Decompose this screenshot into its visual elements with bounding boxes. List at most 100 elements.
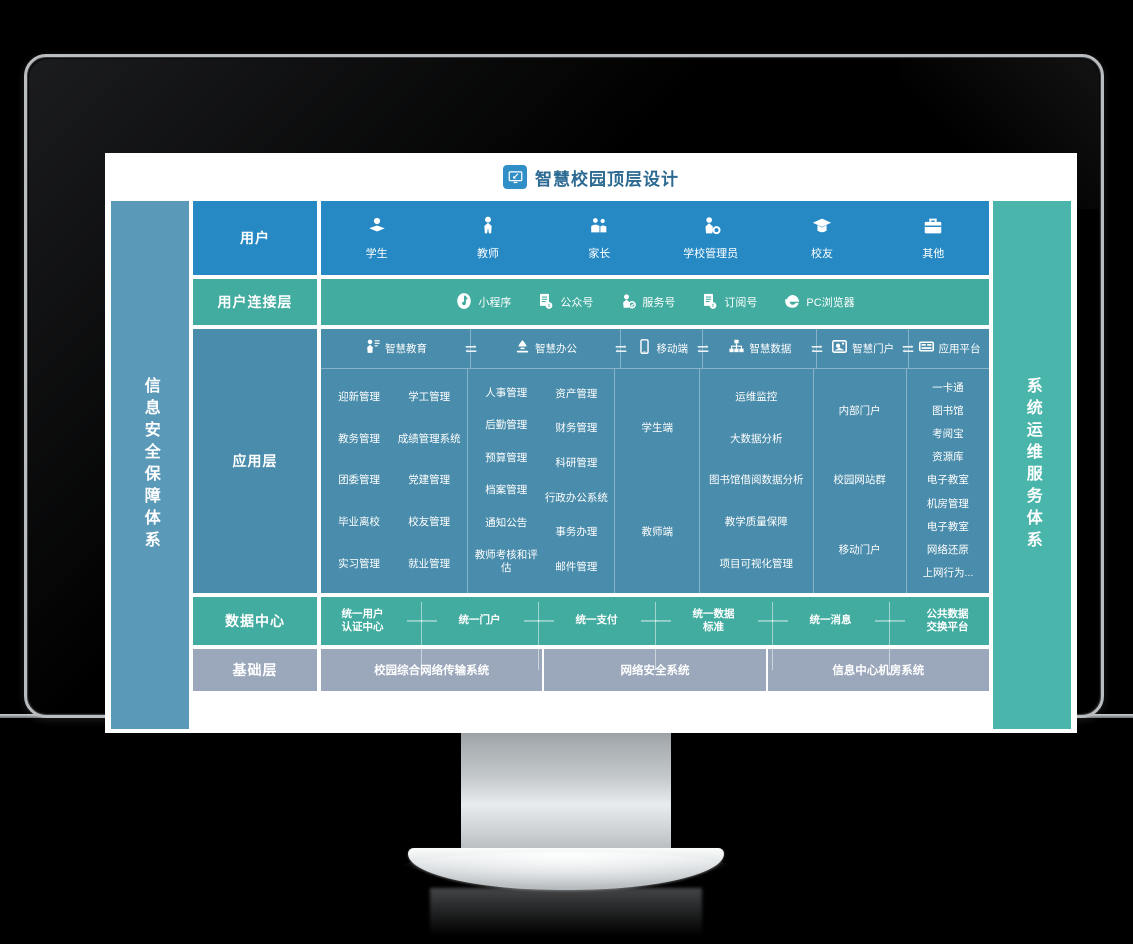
app-column-header-2[interactable]: 智慧办公 (471, 329, 622, 368)
row-data-center: 数据中心 统一用户 认证中心 —— 统一门户 —— 统一支付 —— 统一数据 标准 —— 统一消息 —… (193, 597, 989, 670)
data-center-cell-4[interactable]: 统一数据 标准 (672, 608, 755, 634)
app-item[interactable]: 电子教室 (911, 521, 985, 534)
app-item[interactable]: 校友管理 (408, 516, 450, 529)
user-cell-label: 家长 (588, 248, 611, 260)
teacher-icon (477, 215, 499, 241)
connect-cell-label: 订阅号 (724, 297, 758, 309)
app-column-6: 一卡通 图书馆 考阅宝 资源库 电子教室 机房管理 电子教室 网络还原 上网行为... (907, 369, 989, 593)
connect-cell-4[interactable]: 0 订阅号 (701, 292, 757, 313)
row-users: 用户 学生 教师 家长 学校管理员 校友 其他 (193, 201, 989, 275)
mini-program-icon (455, 292, 473, 313)
data-center-cell-2[interactable]: 统一门户 (438, 614, 521, 627)
infrastructure-cell-3[interactable]: 信息中心机房系统 (768, 649, 989, 691)
row-application: 应用层 智慧教育 智慧办公 移动端 智慧数据 智慧门户 应用平台 迎新管理 教务管理 团委管理… (193, 329, 989, 593)
app-item[interactable]: 成绩管理系统 (398, 433, 461, 446)
connect-cell-label: 服务号 (642, 297, 676, 309)
app-column-header-5[interactable]: 智慧门户 (817, 329, 910, 368)
app-item[interactable]: 党建管理 (408, 474, 450, 487)
row-label-infrastructure: 基础层 (193, 649, 317, 691)
user-cell-3[interactable]: 家长 (544, 201, 655, 275)
app-item[interactable]: 预算管理 (485, 452, 527, 465)
app-item[interactable]: 迎新管理 (338, 391, 380, 404)
parents-icon (588, 215, 610, 241)
app-column-header-3[interactable]: 移动端 (621, 329, 704, 368)
app-item[interactable]: 考阅宝 (911, 428, 985, 441)
app-item[interactable]: 就业管理 (408, 558, 450, 571)
connect-cell-3[interactable]: 服务号 (619, 292, 675, 313)
app-item[interactable]: 教师端 (619, 526, 695, 539)
app-item[interactable]: 机房管理 (911, 498, 985, 511)
app-item[interactable]: 运维监控 (704, 391, 809, 404)
app-item[interactable]: 移动门户 (818, 544, 902, 557)
user-cell-2[interactable]: 教师 (432, 201, 543, 275)
app-item[interactable]: 教务管理 (338, 433, 380, 446)
app-subcolumn-1: 迎新管理教务管理团委管理毕业离校实习管理 (325, 377, 393, 585)
app-column-header-label: 智慧教育 (385, 343, 428, 355)
data-center-cell-5[interactable]: 统一消息 (789, 614, 872, 627)
app-item[interactable]: 科研管理 (555, 457, 597, 470)
diagram-core: 用户 学生 教师 家长 学校管理员 校友 其他 用户连接层 小程序 0 公众号 服务号 0 订阅号 P… (193, 201, 989, 729)
app-item[interactable]: 财务管理 (555, 422, 597, 435)
app-item[interactable]: 教学质量保障 (704, 516, 809, 529)
app-item[interactable]: 教师考核和评估 (472, 549, 540, 575)
data-center-cell-3[interactable]: 统一支付 (555, 614, 638, 627)
row-label-user-connection: 用户连接层 (193, 279, 317, 325)
app-item[interactable]: 团委管理 (338, 474, 380, 487)
user-cell-5[interactable]: 校友 (766, 201, 877, 275)
app-item[interactable]: 资产管理 (555, 388, 597, 401)
app-item[interactable]: 邮件管理 (555, 561, 597, 574)
app-item[interactable]: 学生端 (619, 422, 695, 435)
app-item[interactable]: 学工管理 (408, 391, 450, 404)
user-cell-1[interactable]: 学生 (321, 201, 432, 275)
app-item[interactable]: 图书馆 (911, 405, 985, 418)
admin-gear-icon (700, 215, 722, 241)
exchange-arrows-icon (809, 341, 825, 360)
app-item[interactable]: 人事管理 (485, 387, 527, 400)
app-item[interactable]: 档案管理 (485, 484, 527, 497)
infrastructure-cell-1[interactable]: 校园综合网络传输系统 (321, 649, 545, 691)
ie-browser-icon (783, 292, 801, 313)
app-item[interactable]: 大数据分析 (704, 433, 809, 446)
data-center-cell-6[interactable]: 公共数据 交换平台 (906, 608, 989, 634)
app-column-header-4[interactable]: 智慧数据 (703, 329, 818, 368)
user-cell-4[interactable]: 学校管理员 (655, 201, 766, 275)
app-item[interactable]: 电子教室 (911, 474, 985, 487)
connect-cell-2[interactable]: 0 公众号 (537, 292, 593, 313)
connect-cell-label: PC浏览器 (806, 297, 855, 309)
app-item[interactable]: 实习管理 (338, 558, 380, 571)
page-header: 智慧校园顶层设计 (105, 153, 1077, 201)
app-item[interactable]: 上网行为... (911, 567, 985, 580)
row-infrastructure: 基础层 校园综合网络传输系统 网络安全系统 信息中心机房系统 (193, 649, 989, 691)
app-item[interactable]: 一卡通 (911, 382, 985, 395)
app-item[interactable]: 通知公告 (485, 517, 527, 530)
connect-cell-1[interactable]: 小程序 (455, 292, 511, 313)
app-item[interactable]: 事务办理 (555, 526, 597, 539)
app-item[interactable]: 网络还原 (911, 544, 985, 557)
app-subcolumn-2: 学工管理成绩管理系统 党建管理校友管理就业管理 (395, 377, 463, 585)
app-item[interactable]: 图书馆借阅数据分析 (704, 474, 809, 487)
exchange-arrows-icon (463, 341, 479, 360)
app-column-header-label: 应用平台 (938, 343, 981, 355)
app-item[interactable]: 校园网站群 (818, 474, 902, 487)
app-column-header-1[interactable]: 智慧教育 (321, 329, 472, 368)
dash-connector: —— (404, 602, 438, 670)
user-cell-6[interactable]: 其他 (878, 201, 989, 275)
data-center-cell-1[interactable]: 统一用户 认证中心 (321, 608, 404, 634)
user-cell-label: 学生 (365, 248, 388, 260)
app-column-header-6[interactable]: 应用平台 (909, 329, 989, 368)
app-item[interactable]: 毕业离校 (338, 516, 380, 529)
app-item[interactable]: 行政办公系统 (545, 492, 608, 505)
dash-connector: —— (638, 602, 672, 670)
app-column-header-label: 智慧门户 (852, 343, 895, 355)
app-item[interactable]: 内部门户 (818, 405, 902, 418)
app-column-header-label: 智慧办公 (535, 343, 578, 355)
app-item[interactable]: 后勤管理 (485, 419, 527, 432)
app-column-1: 迎新管理 教务管理 团委管理 毕业离校 实习管理 学工管理 成绩管理系统 党建管理 校友管理 就业… (321, 369, 469, 593)
exchange-arrows-icon (695, 341, 711, 360)
office-lamp-icon (514, 338, 531, 359)
app-item[interactable]: 资源库 (911, 451, 985, 464)
app-column-4: 运维监控大数据分析图书馆借阅数据分析 教学质量保障 项目可视化管理 (700, 369, 814, 593)
connect-cell-5[interactable]: PC浏览器 (783, 292, 855, 313)
app-item[interactable]: 项目可视化管理 (704, 558, 809, 571)
sitemap-icon (728, 338, 745, 359)
